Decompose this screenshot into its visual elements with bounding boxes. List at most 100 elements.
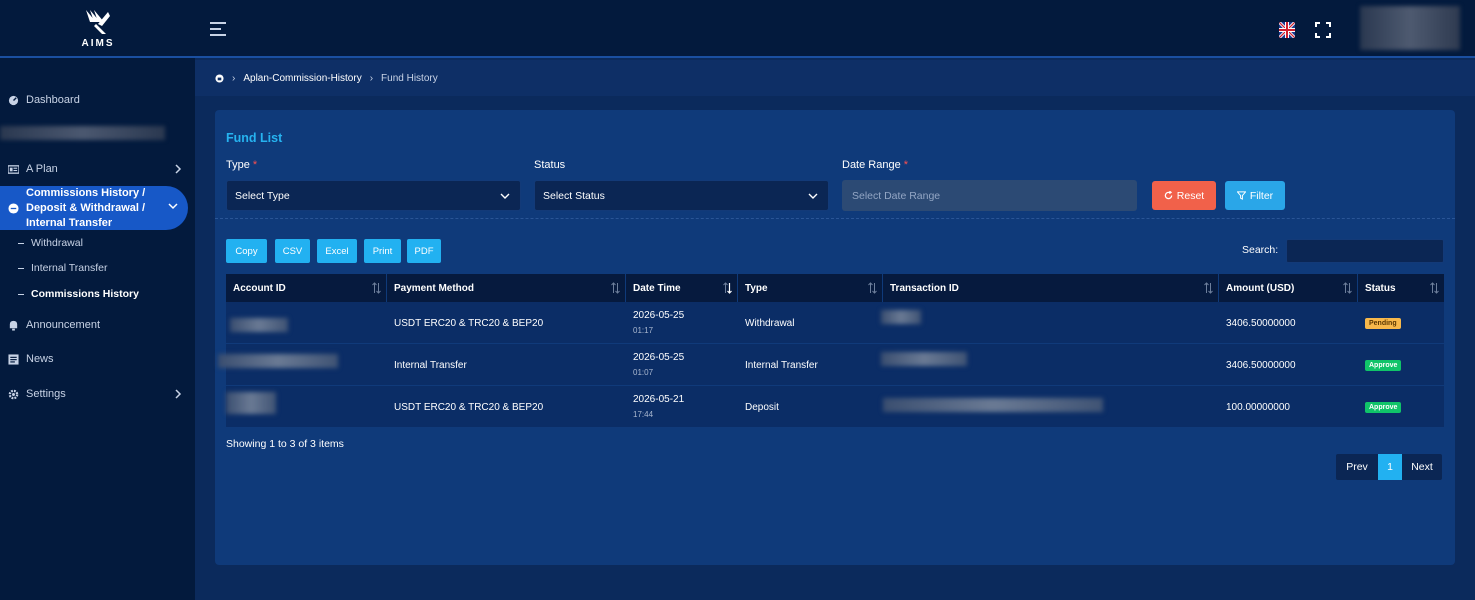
excel-button[interactable]: Excel	[317, 239, 357, 263]
payment-method-cell: USDT ERC20 & TRC20 & BEP20	[394, 402, 544, 413]
hamburger-line	[210, 28, 221, 30]
sidebar-item-announcement[interactable]: Announcement	[0, 313, 195, 337]
sort-icon	[372, 282, 381, 294]
breadcrumb-parent-link[interactable]: Aplan-Commission-History	[243, 73, 361, 84]
pagination: Prev 1 Next	[1336, 454, 1442, 480]
redacted-transaction-id	[881, 310, 921, 324]
print-button[interactable]: Print	[364, 239, 401, 263]
redacted-transaction-id	[881, 352, 967, 366]
sidebar-item-settings[interactable]: Settings	[0, 382, 195, 406]
sidebar-item-news[interactable]: News	[0, 347, 195, 371]
sidebar-item-label: Dashboard	[26, 94, 80, 106]
chevron-down-icon	[168, 203, 178, 210]
user-avatar[interactable]	[1360, 6, 1460, 50]
sidebar-item-label: Settings	[26, 388, 66, 400]
chevron-down-icon	[500, 193, 510, 199]
sidebar-subitem-label: Commissions History	[31, 288, 139, 300]
time-cell: 01:07	[633, 368, 654, 377]
plan-icon	[8, 164, 19, 174]
type-cell: Withdrawal	[745, 318, 795, 329]
status-label: Status	[534, 159, 566, 171]
next-page-button[interactable]: Next	[1402, 454, 1442, 480]
sidebar-subitem-label: Withdrawal	[31, 237, 83, 249]
amount-cell: 100.00000000	[1226, 402, 1290, 413]
table-row[interactable]: USDT ERC20 & TRC20 & BEP20 2026-05-21 17…	[226, 386, 1444, 428]
chevron-down-icon	[808, 193, 818, 199]
sort-icon	[1343, 282, 1352, 294]
required-mark: *	[252, 159, 258, 171]
sidebar-subitem-internal-transfer[interactable]: Internal Transfer	[18, 259, 107, 277]
pdf-button[interactable]: PDF	[407, 239, 441, 263]
fullscreen-icon[interactable]	[1315, 22, 1331, 38]
refresh-icon	[1164, 191, 1173, 200]
gear-icon	[8, 389, 19, 399]
redacted-account-id	[218, 354, 338, 368]
sidebar-item-a-plan[interactable]: A Plan	[0, 157, 195, 181]
sidebar-item-label: Commissions History / Deposit & Withdraw…	[26, 186, 146, 229]
sort-icon	[1430, 282, 1439, 294]
copy-button[interactable]: Copy	[226, 239, 267, 263]
breadcrumb-current: Fund History	[381, 72, 438, 84]
column-header-payment-method[interactable]: Payment Method	[387, 274, 626, 302]
logo[interactable]: AIMS	[70, 8, 126, 54]
column-header-transaction-id[interactable]: Transaction ID	[883, 274, 1219, 302]
sidebar-subitem-withdrawal[interactable]: Withdrawal	[18, 234, 83, 252]
dash-icon	[18, 267, 24, 269]
sidebar-item-label: News	[26, 353, 54, 365]
date-range-input[interactable]	[842, 180, 1137, 211]
column-header-status[interactable]: Status	[1358, 274, 1444, 302]
type-select[interactable]: Select Type	[226, 180, 521, 211]
search-input[interactable]	[1286, 239, 1444, 263]
csv-button[interactable]: CSV	[275, 239, 310, 263]
date-cell: 2026-05-25	[633, 310, 685, 321]
column-header-date-time[interactable]: Date Time	[626, 274, 738, 302]
column-header-label: Account ID	[233, 282, 286, 294]
sidebar-subitem-label: Internal Transfer	[31, 262, 108, 274]
logo-text: AIMS	[81, 38, 115, 49]
chevron-right-icon	[175, 164, 182, 174]
filter-button[interactable]: Filter	[1225, 181, 1285, 210]
status-select[interactable]: Select Status	[534, 180, 829, 211]
chevron-right-icon	[175, 389, 182, 399]
payment-method-cell: USDT ERC20 & TRC20 & BEP20	[394, 318, 544, 329]
sidebar-item-dashboard[interactable]: Dashboard	[0, 88, 195, 112]
column-header-label: Transaction ID	[890, 282, 959, 294]
dash-icon	[18, 242, 24, 244]
date-cell: 2026-05-25	[633, 352, 685, 363]
redacted-account-id	[230, 318, 288, 332]
redacted-transaction-id	[883, 398, 1103, 412]
type-select-value: Select Type	[235, 189, 290, 202]
section-divider	[215, 218, 1455, 219]
breadcrumb-separator: ›	[369, 72, 374, 84]
uk-flag-icon[interactable]	[1279, 22, 1295, 38]
sidebar-item-commissions-history[interactable]: Commissions History / Deposit & Withdraw…	[0, 186, 188, 230]
page-1-button[interactable]: 1	[1378, 454, 1402, 480]
sidebar-subitem-commissions-history[interactable]: Commissions History	[18, 285, 139, 303]
sidebar-item-label: A Plan	[26, 163, 58, 175]
home-icon[interactable]	[215, 73, 224, 83]
column-header-account-id[interactable]: Account ID	[226, 274, 387, 302]
menu-toggle-button[interactable]	[210, 22, 228, 36]
filter-icon	[1236, 191, 1246, 200]
type-cell: Internal Transfer	[745, 360, 818, 371]
reset-button-label: Reset	[1176, 189, 1205, 202]
history-icon	[8, 202, 19, 214]
prev-page-button[interactable]: Prev	[1336, 454, 1378, 480]
hamburger-line	[210, 34, 226, 36]
bell-icon	[9, 320, 18, 331]
status-select-value: Select Status	[543, 189, 605, 202]
table-row[interactable]: USDT ERC20 & TRC20 & BEP20 2026-05-25 01…	[226, 302, 1444, 344]
dashboard-icon	[8, 95, 19, 105]
amount-cell: 3406.50000000	[1226, 318, 1296, 329]
reset-button[interactable]: Reset	[1152, 181, 1216, 210]
time-cell: 17:44	[633, 410, 654, 419]
redacted-strip	[0, 126, 165, 140]
amount-cell: 3406.50000000	[1226, 360, 1296, 371]
fund-list-card: Fund List Type * Select Type Status Sele…	[215, 110, 1455, 565]
table-row[interactable]: Internal Transfer 2026-05-25 01:07 Inter…	[218, 344, 1444, 386]
column-header-amount[interactable]: Amount (USD)	[1219, 274, 1358, 302]
sort-icon	[611, 282, 620, 294]
sidebar: Dashboard A Plan Commissions History / D…	[0, 58, 195, 600]
column-header-type[interactable]: Type	[738, 274, 883, 302]
dash-icon	[18, 293, 24, 295]
